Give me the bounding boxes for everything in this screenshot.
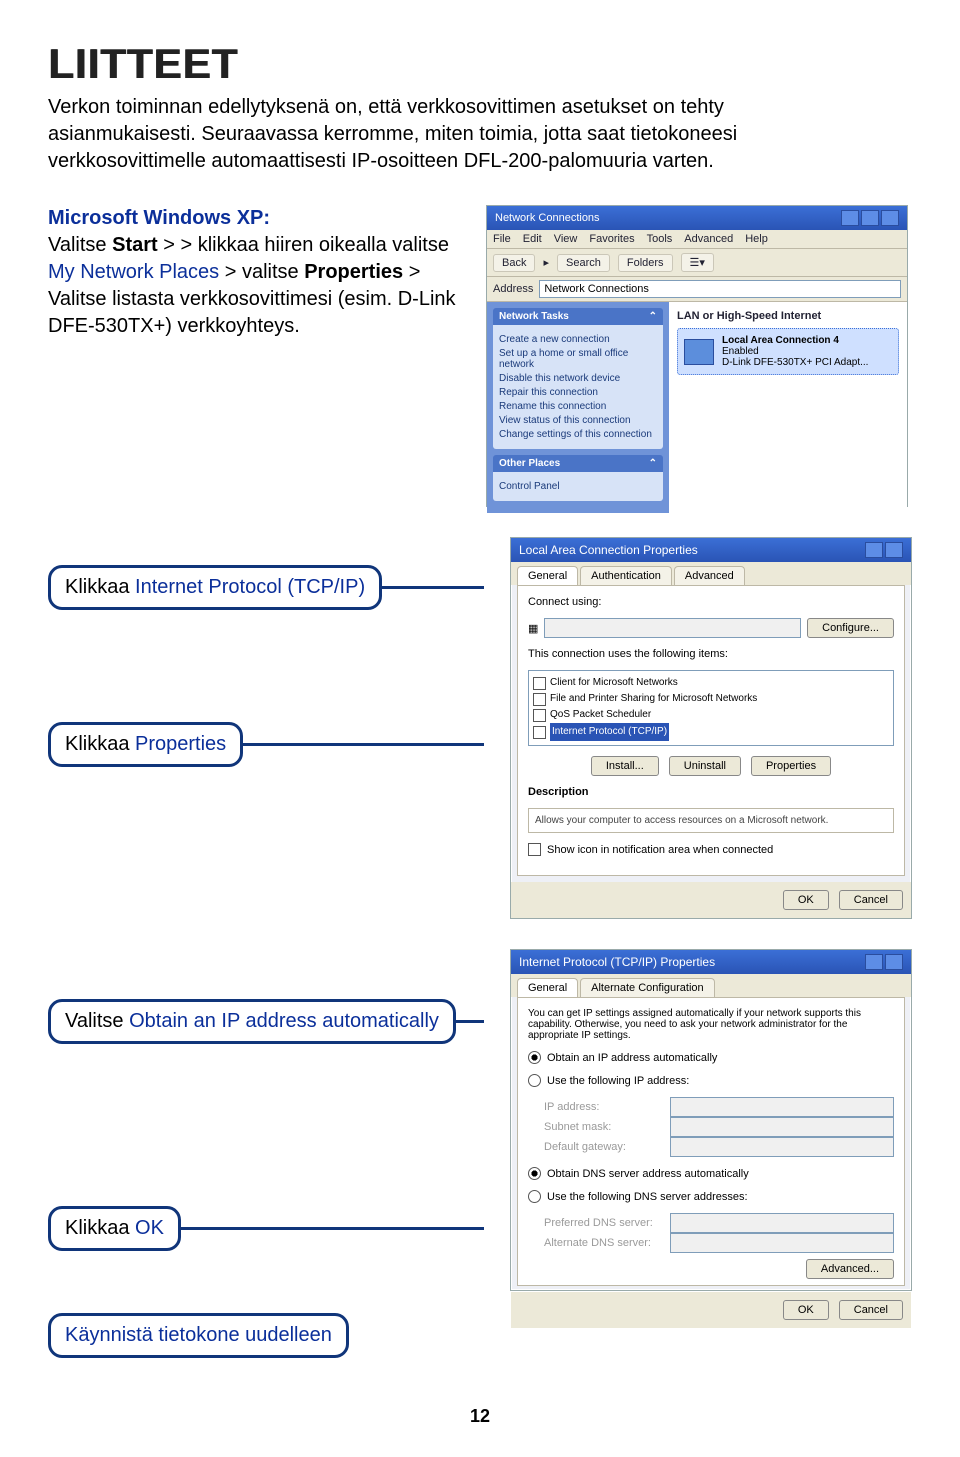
install-button[interactable]: Install... (591, 756, 659, 776)
uninstall-button[interactable]: Uninstall (669, 756, 741, 776)
callout-ok: Klikkaa OK (48, 1206, 181, 1251)
network-connections-window: Network Connections FileEditViewFavorite… (486, 205, 908, 507)
prop-tabs[interactable]: GeneralAuthenticationAdvanced (511, 562, 911, 585)
radio-obtain-dns[interactable]: Obtain DNS server address automatically (528, 1167, 894, 1180)
radio-use-ip[interactable]: Use the following IP address: (528, 1074, 894, 1087)
cancel-button[interactable]: Cancel (839, 890, 903, 910)
components-list[interactable]: Client for Microsoft Networks File and P… (528, 670, 894, 746)
nc-toolbar[interactable]: Back ▸ Search Folders ☰▾ (487, 249, 907, 277)
page-number: 12 (48, 1406, 912, 1427)
ok-button[interactable]: OK (783, 890, 829, 910)
connection-item[interactable]: Local Area Connection 4EnabledD-Link DFE… (677, 328, 899, 375)
tcpip-properties-dialog: Internet Protocol (TCP/IP) Properties Ge… (510, 949, 912, 1291)
network-tasks-pane[interactable]: Create a new connectionSet up a home or … (493, 325, 663, 449)
tcp-cancel-button[interactable]: Cancel (839, 1300, 903, 1320)
nc-title: Network Connections (495, 212, 600, 224)
nc-menubar[interactable]: FileEditViewFavoritesToolsAdvancedHelp (487, 230, 907, 249)
callout-properties: Klikkaa Properties (48, 722, 243, 767)
steps-block: Microsoft Windows XP: Valitse Start > > … (48, 205, 468, 340)
callout-obtain-ip: Valitse Obtain an IP address automatical… (48, 999, 456, 1044)
properties-button[interactable]: Properties (751, 756, 831, 776)
intro-text: Verkon toiminnan edellytyksenä on, että … (48, 94, 868, 175)
address-input[interactable] (539, 280, 901, 298)
tcp-tabs[interactable]: GeneralAlternate Configuration (511, 974, 911, 997)
callout-tcpip: Klikkaa Internet Protocol (TCP/IP) (48, 565, 382, 610)
radio-use-dns[interactable]: Use the following DNS server addresses: (528, 1190, 894, 1203)
connection-icon (684, 339, 714, 365)
page-title: LIITTEET (48, 40, 912, 88)
advanced-button[interactable]: Advanced... (806, 1259, 894, 1279)
nc-titlebar: Network Connections (487, 206, 907, 230)
callout-restart: Käynnistä tietokone uudelleen (48, 1313, 349, 1358)
tcp-ok-button[interactable]: OK (783, 1300, 829, 1320)
radio-obtain-ip[interactable]: Obtain an IP address automatically (528, 1051, 894, 1064)
connection-properties-dialog: Local Area Connection Properties General… (510, 537, 912, 919)
configure-button[interactable]: Configure... (807, 618, 894, 638)
